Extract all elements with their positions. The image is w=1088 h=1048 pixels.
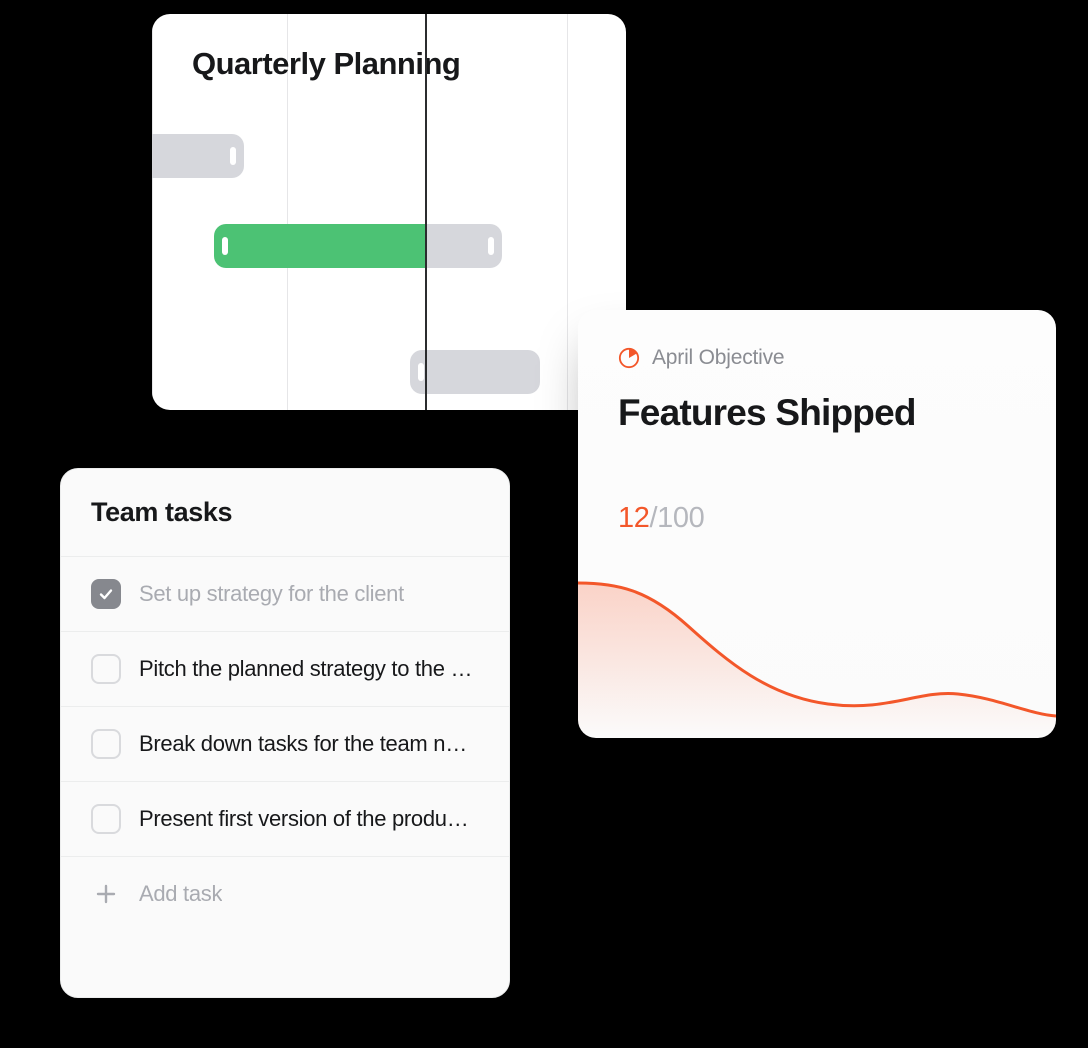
objective-title: Features Shipped: [578, 370, 1056, 434]
objective-sparkline-chart: [578, 568, 1056, 738]
gantt-bar-remaining[interactable]: [425, 224, 502, 268]
quarterly-planning-card: Quarterly Planning: [152, 14, 626, 410]
task-row[interactable]: Present first version of the product roa…: [61, 782, 509, 857]
task-label: Break down tasks for the team next sprin…: [139, 731, 479, 757]
gantt-bar-progress[interactable]: [214, 224, 425, 268]
objective-label: April Objective: [652, 346, 784, 370]
pie-chart-icon: [618, 347, 640, 369]
task-label: Set up strategy for the client: [139, 581, 404, 607]
progress-separator: /: [649, 502, 657, 534]
task-checkbox[interactable]: [91, 729, 121, 759]
gantt-title: Quarterly Planning: [192, 46, 460, 82]
task-row[interactable]: Set up strategy for the client: [61, 557, 509, 632]
add-task-label: Add task: [139, 881, 222, 907]
objective-progress: 12/100: [578, 434, 1056, 535]
task-checkbox[interactable]: [91, 654, 121, 684]
gantt-bar[interactable]: [410, 350, 540, 394]
objective-header: April Objective: [578, 310, 1056, 370]
add-task-row[interactable]: Add task: [61, 857, 509, 931]
drag-handle-icon[interactable]: [488, 237, 494, 255]
tasks-title: Team tasks: [61, 469, 509, 557]
gantt-bar[interactable]: [152, 134, 244, 178]
objective-card: April Objective Features Shipped 12/100: [578, 310, 1056, 738]
gantt-gridline: [152, 14, 153, 410]
gantt-gridline: [567, 14, 568, 410]
task-label: Present first version of the product roa…: [139, 806, 479, 832]
task-label: Pitch the planned strategy to the client: [139, 656, 479, 682]
task-checkbox[interactable]: [91, 579, 121, 609]
drag-handle-icon[interactable]: [418, 363, 424, 381]
progress-total: 100: [657, 502, 704, 534]
check-icon: [98, 586, 114, 602]
plus-icon: [91, 879, 121, 909]
tasks-card: Team tasks Set up strategy for the clien…: [60, 468, 510, 998]
progress-current: 12: [618, 502, 649, 534]
task-row[interactable]: Break down tasks for the team next sprin…: [61, 707, 509, 782]
gantt-today-line: [425, 14, 427, 410]
drag-handle-icon[interactable]: [222, 237, 228, 255]
task-row[interactable]: Pitch the planned strategy to the client: [61, 632, 509, 707]
drag-handle-icon[interactable]: [230, 147, 236, 165]
task-checkbox[interactable]: [91, 804, 121, 834]
